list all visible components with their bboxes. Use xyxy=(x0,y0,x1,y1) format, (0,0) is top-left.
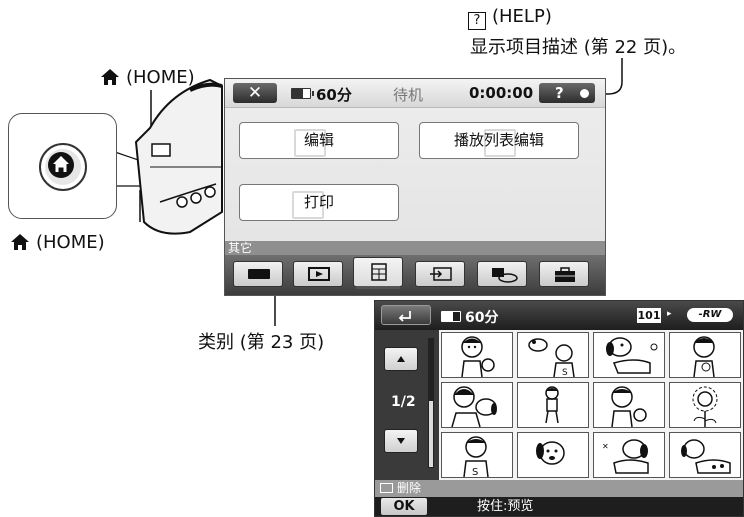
tab-edit[interactable] xyxy=(477,261,527,287)
sunflower-image xyxy=(692,386,718,427)
info-icon xyxy=(380,483,393,493)
tab-playback[interactable] xyxy=(293,261,343,287)
thumbnail-sniffing-dog[interactable]: ✕ xyxy=(593,432,665,478)
flying-dog-and-kid-image: S xyxy=(528,338,575,377)
sniffing-dog-image: ✕ xyxy=(602,439,649,474)
bottom-control-bar: OK 按住:预览 xyxy=(375,497,743,516)
page-up-button[interactable] xyxy=(384,347,418,371)
dog-face-image xyxy=(536,441,565,465)
playback-tab-icon xyxy=(308,267,330,281)
thumbnail-grid: S S ✕ xyxy=(441,332,741,478)
tab-camera[interactable] xyxy=(233,261,283,287)
help-button[interactable]: ? xyxy=(539,83,595,103)
edit-button[interactable]: 编辑 xyxy=(239,122,399,159)
thumbnail-dog-with-flowers[interactable] xyxy=(593,332,665,378)
thumbnail-boy-with-dog[interactable] xyxy=(441,332,513,378)
tab-settings[interactable] xyxy=(539,261,589,287)
svg-text:S: S xyxy=(472,467,478,477)
svg-text:✕: ✕ xyxy=(602,442,609,451)
selected-info-bar: 删除 xyxy=(375,480,743,497)
folder-number: 101 xyxy=(637,308,661,323)
thumbnail-boy-waving[interactable]: S xyxy=(441,432,513,478)
home-button[interactable] xyxy=(39,143,87,191)
disc-type-badge: -RW xyxy=(687,308,733,322)
image-manage-tab-icon xyxy=(430,267,452,281)
tab-image-management[interactable] xyxy=(415,261,465,287)
girl-with-bag-image xyxy=(693,336,715,377)
camera-tab-icon xyxy=(248,269,270,279)
category-annotation: 类别 (第 23 页) xyxy=(198,332,325,353)
small-kid-image xyxy=(545,386,559,424)
battery-icon xyxy=(441,311,464,322)
edit-label: 编辑 xyxy=(303,131,334,149)
playlist-edit-label: 播放列表编辑 xyxy=(453,131,544,149)
battery-icon xyxy=(291,88,314,99)
page-indicator: 1/2 xyxy=(391,394,416,410)
home-button-callout xyxy=(8,113,117,219)
home-icon xyxy=(48,152,74,178)
triangle-down-icon xyxy=(397,438,405,444)
thumbnail-sunflower[interactable] xyxy=(669,382,741,428)
home-menu-screen: ✕ 60分 待机 0:00:00 ? 编辑 播放列表编辑 打印 其它 xyxy=(224,78,606,296)
battery-time: 60分 xyxy=(316,86,352,104)
camcorder-illustration xyxy=(134,78,223,235)
index-scrollbar[interactable] xyxy=(428,338,434,468)
page-down-button[interactable] xyxy=(384,429,418,453)
dog-with-flowers-image xyxy=(606,337,658,374)
girl-hugging-dog-image xyxy=(451,386,497,427)
close-button[interactable]: ✕ xyxy=(233,83,277,103)
thumbnail-girl-with-bag[interactable] xyxy=(669,332,741,378)
edit-tab-icon xyxy=(492,268,518,283)
index-top-bar: 60分 101 ▸ -RW xyxy=(375,301,743,330)
playlist-edit-button[interactable]: 播放列表编辑 xyxy=(419,122,579,159)
thumbnail-dog-face[interactable] xyxy=(517,432,589,478)
visual-index-screen: 60分 101 ▸ -RW 1/2 S S ✕ 删除 OK 按住:预览 xyxy=(374,300,744,517)
preview-hint: 按住:预览 xyxy=(477,499,534,514)
triangle-up-icon xyxy=(397,356,405,362)
svg-text:S: S xyxy=(562,368,568,377)
boy-with-dog-image xyxy=(461,336,495,377)
category-name-bar: 其它 xyxy=(225,241,605,255)
lying-dog-image xyxy=(681,439,731,474)
folder-arrow-icon: ▸ xyxy=(667,309,672,319)
print-label: 打印 xyxy=(303,193,334,211)
status-bar: ✕ 60分 待机 0:00:00 ? xyxy=(225,79,605,108)
boy-and-cat-image xyxy=(611,386,647,427)
back-button[interactable] xyxy=(381,305,431,325)
thumbnail-lying-dog[interactable] xyxy=(669,432,741,478)
other-tab-icon xyxy=(371,263,387,281)
thumbnail-small-kid[interactable] xyxy=(517,382,589,428)
info-text: 删除 xyxy=(397,481,422,495)
battery-time: 60分 xyxy=(465,310,499,326)
settings-tab-icon xyxy=(555,267,575,282)
recording-state: 待机 xyxy=(393,86,424,104)
thumbnail-flying-dog-and-kid[interactable]: S xyxy=(517,332,589,378)
thumbnail-boy-and-cat[interactable] xyxy=(593,382,665,428)
page-controls: 1/2 xyxy=(375,330,439,480)
ok-button[interactable]: OK xyxy=(381,498,427,515)
thumbnail-girl-hugging-dog[interactable] xyxy=(441,382,513,428)
category-tab-bar xyxy=(225,255,605,295)
boy-waving-image: S xyxy=(463,436,489,477)
print-button[interactable]: 打印 xyxy=(239,184,399,221)
tab-other[interactable] xyxy=(353,257,403,289)
return-icon xyxy=(398,311,411,322)
time-counter: 0:00:00 xyxy=(469,84,534,102)
